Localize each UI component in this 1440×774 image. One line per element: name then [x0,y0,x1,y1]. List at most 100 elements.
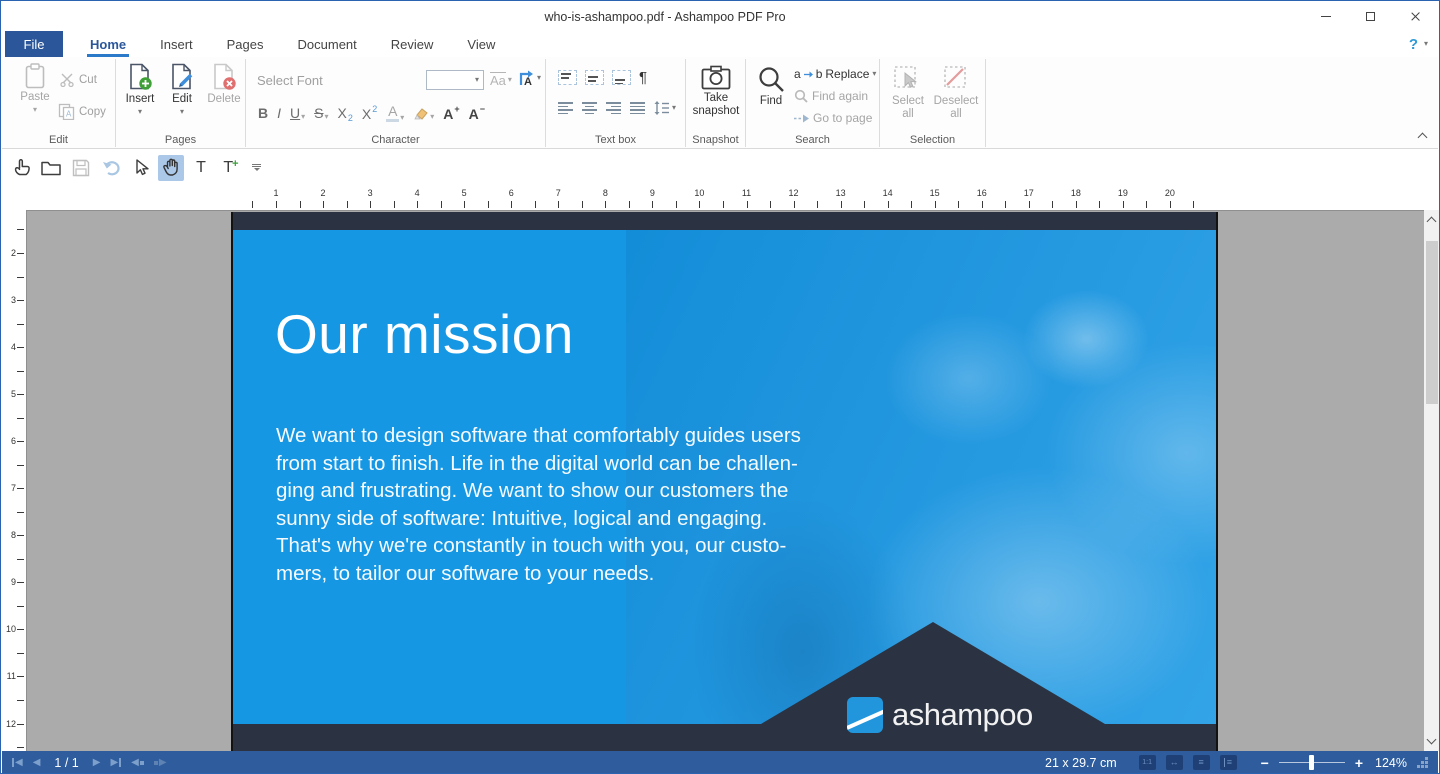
next-page-button[interactable]: ▶ [93,758,101,768]
resize-grip[interactable] [1417,757,1428,768]
text-direction-button[interactable]: A ▾ [518,69,541,87]
h-ruler-tick [300,201,301,208]
paste-button[interactable]: Paste ▾ [14,63,56,114]
bold-button[interactable]: B [258,105,268,121]
next-view-button[interactable]: ▶ [154,758,167,768]
h-ruler-tick [417,201,418,208]
zoom-slider-handle[interactable] [1309,755,1314,770]
two-page-view-button[interactable]: ≡ [1220,755,1237,770]
edit-page-button[interactable]: Edit ▾ [162,63,202,116]
select-all-button[interactable]: Selectall [886,65,930,120]
tab-view[interactable]: View [450,31,512,57]
shrink-font-button[interactable]: A− [469,104,485,122]
tab-home[interactable]: Home [73,31,143,57]
open-file-button[interactable] [38,155,64,181]
body-line: mers, to tailor our software to your nee… [276,560,801,588]
underline-button[interactable]: U▾ [290,105,305,121]
first-page-button[interactable]: ◀ [12,758,23,768]
previous-page-button[interactable]: ◀ [33,758,41,768]
camera-icon [701,65,731,90]
highlighter-icon [413,106,429,121]
add-text-tool-button[interactable]: T+ [218,155,244,181]
body-line: from start to finish. Life in the digita… [276,450,801,478]
scroll-up-icon[interactable] [1427,217,1437,227]
superscript-button[interactable]: X2 [362,104,377,122]
page-navigation: ◀ ◀ 1 / 1 ▶ ▶ ◀ ▶ [2,756,167,770]
v-ruler-tick [17,229,24,230]
align-left-button[interactable] [558,102,573,114]
scroll-down-icon[interactable] [1427,735,1437,745]
tab-pages[interactable]: Pages [210,31,281,57]
h-ruler-tick [794,201,795,208]
maximize-button[interactable] [1348,2,1393,31]
show-paragraph-marks-button[interactable]: ¶ [639,69,647,86]
zoom-in-button[interactable]: + [1355,755,1363,771]
select-tool-button[interactable] [128,155,154,181]
align-right-button[interactable] [606,102,621,114]
paste-dropdown-icon: ▾ [33,106,37,114]
textbox-fit-top-button[interactable] [558,70,577,85]
body-line: We want to design software that comforta… [276,422,801,450]
undo-button[interactable] [98,155,124,181]
collapse-ribbon-button[interactable] [1418,133,1428,143]
highlight-button[interactable]: ▾ [413,106,434,121]
tab-review[interactable]: Review [374,31,451,57]
grow-font-button[interactable]: A+ [443,104,459,122]
v-ruler-tick [17,371,24,372]
h-ruler-tick [323,201,324,208]
save-button[interactable] [68,155,94,181]
go-to-page-button[interactable]: Go to page [794,111,872,125]
delete-page-button[interactable]: Delete [204,63,244,106]
line-spacing-button[interactable]: ▾ [654,101,676,115]
v-ruler-tick [17,324,24,325]
minimize-button[interactable] [1303,2,1348,31]
h-ruler-tick [347,201,348,208]
insert-page-button[interactable]: Insert ▾ [120,63,160,116]
italic-button[interactable]: I [277,105,281,121]
h-ruler-tick [535,201,536,208]
font-color-button[interactable]: A▾ [386,104,404,122]
take-snapshot-button[interactable]: Takesnapshot [694,65,738,117]
zoom-slider[interactable] [1279,762,1345,763]
fit-page-button[interactable]: ≡ [1193,755,1210,770]
fit-width-button[interactable]: ↔ [1166,755,1183,770]
font-color-bar [386,119,399,122]
close-button[interactable] [1393,2,1438,31]
replace-button[interactable]: a b Replace ▾ [794,67,876,81]
find-again-button[interactable]: Find again [794,89,868,103]
document-viewport[interactable]: Our mission We want to design software t… [26,210,1424,751]
go-to-page-icon [794,114,809,123]
last-page-button[interactable]: ▶ [110,758,121,768]
click-tool-button[interactable] [8,155,34,181]
v-ruler-number: 7 [11,483,16,493]
subscript-button[interactable]: X2 [338,105,353,121]
copy-button[interactable]: A Copy [58,103,106,120]
text-tool-button[interactable]: T [188,155,214,181]
deselect-all-button[interactable]: Deselectall [932,65,980,120]
pdf-page[interactable]: Our mission We want to design software t… [231,212,1218,751]
change-case-button[interactable]: Aa ▾ [490,72,512,88]
align-center-button[interactable] [582,102,597,114]
previous-view-button[interactable]: ◀ [131,758,144,768]
actual-size-button[interactable]: 1:1 [1139,755,1156,770]
hand-tool-button[interactable] [158,155,184,181]
zoom-out-button[interactable]: − [1261,755,1269,771]
tab-file[interactable]: File [5,31,63,57]
help-dropdown-icon[interactable]: ▾ [1424,40,1428,48]
text-direction-icon: A [518,69,535,87]
textbox-fit-middle-button[interactable] [585,70,604,85]
help-button[interactable]: ? [1409,36,1418,53]
font-size-combo[interactable]: ▾ [426,70,484,90]
find-button[interactable]: Find [752,65,790,108]
align-justify-button[interactable] [630,102,645,114]
vertical-scrollbar[interactable] [1424,210,1440,751]
cut-button[interactable]: Cut [60,73,97,87]
horizontal-ruler: 1234567891011121314151617181920 [229,186,1215,210]
toolbar-overflow-button[interactable] [252,164,261,171]
scrollbar-thumb[interactable] [1426,241,1438,404]
textbox-fit-bottom-button[interactable] [612,70,631,85]
strikethrough-button[interactable]: S▾ [314,105,328,121]
tab-insert[interactable]: Insert [143,31,210,57]
tab-document[interactable]: Document [281,31,374,57]
h-ruler-number: 11 [742,188,751,198]
